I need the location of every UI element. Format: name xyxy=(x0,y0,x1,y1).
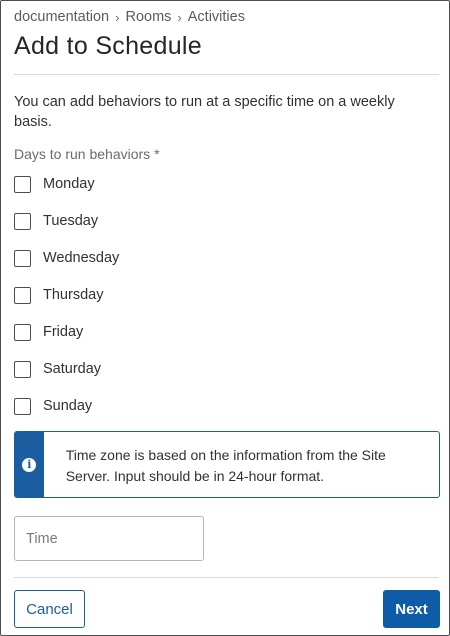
day-label: Friday xyxy=(43,324,84,340)
tuesday-checkbox[interactable] xyxy=(14,212,31,230)
breadcrumb-separator: › xyxy=(115,9,120,25)
breadcrumb: documentation › Rooms › Activities xyxy=(14,8,245,26)
day-option-saturday[interactable]: Saturday xyxy=(14,359,101,379)
thursday-checkbox[interactable] xyxy=(14,286,31,304)
breadcrumb-item-activities[interactable]: Activities xyxy=(188,9,245,25)
days-field-label: Days to run behaviors * xyxy=(14,146,160,162)
day-label: Tuesday xyxy=(43,213,99,229)
day-option-tuesday[interactable]: Tuesday xyxy=(14,211,98,231)
day-label: Thursday xyxy=(43,287,104,303)
cancel-button[interactable]: Cancel xyxy=(14,590,85,628)
day-option-sunday[interactable]: Sunday xyxy=(14,396,92,416)
sunday-checkbox[interactable] xyxy=(14,397,31,415)
page-title: Add to Schedule xyxy=(14,32,202,60)
info-icon: i xyxy=(22,457,37,472)
day-label: Monday xyxy=(43,176,95,192)
friday-checkbox[interactable] xyxy=(14,323,31,341)
header-divider xyxy=(14,74,439,75)
info-alert-text: Time zone is based on the information fr… xyxy=(65,447,386,484)
breadcrumb-item-documentation[interactable]: documentation xyxy=(14,9,109,25)
day-label: Saturday xyxy=(43,361,102,377)
time-input[interactable] xyxy=(14,516,204,561)
saturday-checkbox[interactable] xyxy=(14,360,31,378)
breadcrumb-item-rooms[interactable]: Rooms xyxy=(125,9,171,25)
breadcrumb-separator: › xyxy=(177,9,182,25)
wednesday-checkbox[interactable] xyxy=(14,249,31,267)
day-option-friday[interactable]: Friday xyxy=(14,322,83,342)
day-option-wednesday[interactable]: Wednesday xyxy=(14,248,119,268)
footer-divider xyxy=(14,577,439,578)
monday-checkbox[interactable] xyxy=(14,175,31,193)
info-alert-strip: i xyxy=(15,432,44,497)
intro-text: You can add behaviors to run at a specif… xyxy=(14,94,395,130)
day-option-monday[interactable]: Monday xyxy=(14,174,95,194)
day-option-thursday[interactable]: Thursday xyxy=(14,285,103,305)
day-label: Sunday xyxy=(43,398,93,414)
schedule-dialog: documentation › Rooms › Activities Add t… xyxy=(0,0,450,636)
timezone-info-alert: i Time zone is based on the information … xyxy=(14,431,440,498)
next-button[interactable]: Next xyxy=(383,590,440,628)
day-label: Wednesday xyxy=(43,250,120,266)
